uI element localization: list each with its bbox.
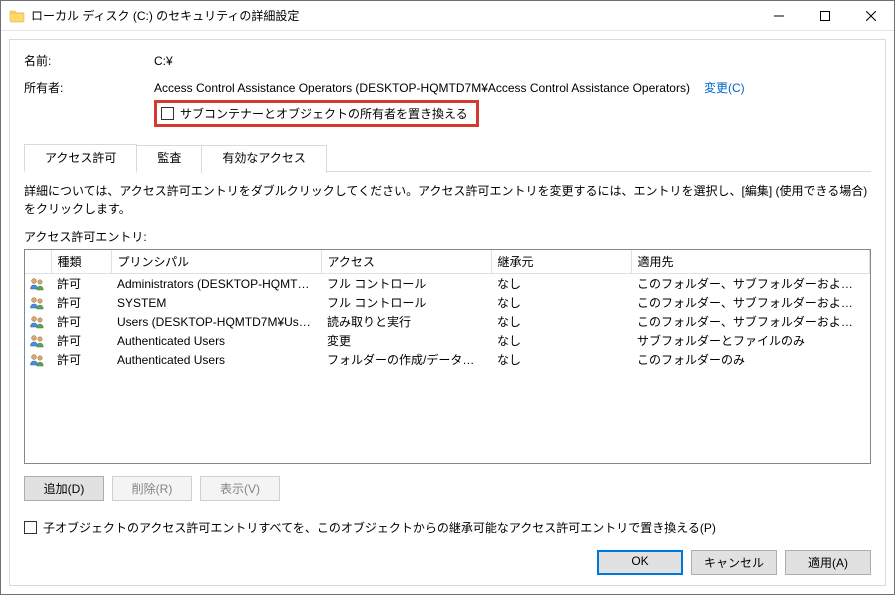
cell-inherited: なし (491, 350, 631, 369)
titlebar: ローカル ディスク (C:) のセキュリティの詳細設定 (1, 1, 894, 31)
cell-inherited: なし (491, 331, 631, 350)
cell-access: フル コントロール (321, 293, 491, 312)
owner-value-area: Access Control Assistance Operators (DES… (154, 79, 871, 131)
permissions-panel: 詳細については、アクセス許可エントリをダブルクリックしてください。アクセス許可エ… (24, 172, 871, 575)
col-icon-header[interactable] (25, 250, 51, 274)
tab-effective-label: 有効なアクセス (222, 151, 305, 165)
tab-auditing-label: 監査 (157, 151, 181, 165)
col-principal-header[interactable]: プリンシパル (111, 250, 321, 274)
add-button[interactable]: 追加(D) (24, 476, 104, 501)
cell-type: 許可 (51, 293, 111, 312)
cell-principal: Authenticated Users (111, 350, 321, 369)
col-access-header[interactable]: アクセス (321, 250, 491, 274)
cell-type: 許可 (51, 274, 111, 294)
cell-inherited: なし (491, 293, 631, 312)
advanced-security-window: ローカル ディスク (C:) のセキュリティの詳細設定 名前: C:¥ 所有者:… (0, 0, 895, 595)
change-owner-link[interactable]: 変更(C) (704, 79, 745, 96)
entry-action-buttons: 追加(D) 削除(R) 表示(V) (24, 476, 871, 501)
ok-button[interactable]: OK (597, 550, 683, 575)
col-inherited-header[interactable]: 継承元 (491, 250, 631, 274)
cell-applies: このフォルダー、サブフォルダーおよびファイル (631, 293, 870, 312)
replace-child-permissions-checkbox[interactable] (24, 521, 37, 534)
users-icon (29, 333, 45, 349)
users-icon (29, 314, 45, 330)
permission-entries-table: 種類 プリンシパル アクセス 継承元 適用先 許可Administrators … (24, 249, 871, 464)
cell-inherited: なし (491, 312, 631, 331)
owner-row: 所有者: Access Control Assistance Operators… (24, 79, 871, 131)
tab-permissions[interactable]: アクセス許可 (24, 144, 137, 172)
cell-principal: Authenticated Users (111, 331, 321, 350)
table-row[interactable]: 許可Users (DESKTOP-HQMTD7M¥Users)読み取りと実行なし… (25, 312, 870, 331)
col-applies-header[interactable]: 適用先 (631, 250, 870, 274)
cell-type: 許可 (51, 331, 111, 350)
cell-applies: サブフォルダーとファイルのみ (631, 331, 870, 350)
cancel-button[interactable]: キャンセル (691, 550, 777, 575)
tab-permissions-label: アクセス許可 (45, 151, 116, 165)
name-row: 名前: C:¥ (24, 52, 871, 69)
owner-line: Access Control Assistance Operators (DES… (154, 79, 871, 96)
window-controls (756, 1, 894, 30)
replace-child-permissions-row: 子オブジェクトのアクセス許可エントリすべてを、このオブジェクトからの継承可能なア… (24, 519, 871, 536)
table-row[interactable]: 許可Authenticated Users変更なしサブフォルダーとファイルのみ (25, 331, 870, 350)
cell-access: 読み取りと実行 (321, 312, 491, 331)
apply-button[interactable]: 適用(A) (785, 550, 871, 575)
cell-applies: このフォルダーのみ (631, 350, 870, 369)
table-row[interactable]: 許可SYSTEMフル コントロールなしこのフォルダー、サブフォルダーおよびファイ… (25, 293, 870, 312)
content-frame: 名前: C:¥ 所有者: Access Control Assistance O… (9, 39, 886, 586)
users-icon (29, 295, 45, 311)
cell-principal: SYSTEM (111, 293, 321, 312)
table-row[interactable]: 許可Administrators (DESKTOP-HQMTD7...フル コン… (25, 274, 870, 294)
table-row[interactable]: 許可Authenticated Usersフォルダーの作成/データの追加なしこの… (25, 350, 870, 369)
replace-owner-checkbox[interactable] (161, 107, 174, 120)
cell-type: 許可 (51, 350, 111, 369)
close-button[interactable] (848, 1, 894, 30)
tab-auditing[interactable]: 監査 (136, 145, 202, 173)
cell-inherited: なし (491, 274, 631, 294)
replace-owner-highlight: サブコンテナーとオブジェクトの所有者を置き換える (154, 100, 479, 127)
remove-button[interactable]: 削除(R) (112, 476, 192, 501)
maximize-button[interactable] (802, 1, 848, 30)
folder-icon (9, 8, 25, 24)
table-header-row: 種類 プリンシパル アクセス 継承元 適用先 (25, 250, 870, 274)
cell-principal: Administrators (DESKTOP-HQMTD7... (111, 274, 321, 294)
tab-strip: アクセス許可 監査 有効なアクセス (24, 143, 871, 172)
users-icon (29, 352, 45, 368)
view-button[interactable]: 表示(V) (200, 476, 280, 501)
window-title: ローカル ディスク (C:) のセキュリティの詳細設定 (31, 7, 756, 24)
cell-applies: このフォルダー、サブフォルダーおよびファイル (631, 274, 870, 294)
minimize-button[interactable] (756, 1, 802, 30)
entries-label: アクセス許可エントリ: (24, 228, 871, 245)
cell-access: 変更 (321, 331, 491, 350)
cell-access: フォルダーの作成/データの追加 (321, 350, 491, 369)
name-value: C:¥ (154, 54, 871, 68)
description-text: 詳細については、アクセス許可エントリをダブルクリックしてください。アクセス許可エ… (24, 182, 871, 218)
owner-value: Access Control Assistance Operators (DES… (154, 81, 690, 95)
cell-access: フル コントロール (321, 274, 491, 294)
cell-principal: Users (DESKTOP-HQMTD7M¥Users) (111, 312, 321, 331)
replace-owner-label: サブコンテナーとオブジェクトの所有者を置き換える (180, 105, 468, 122)
tab-effective-access[interactable]: 有効なアクセス (201, 145, 326, 173)
users-icon (29, 276, 45, 292)
cell-applies: このフォルダー、サブフォルダーおよびファイル (631, 312, 870, 331)
name-label: 名前: (24, 52, 154, 69)
col-type-header[interactable]: 種類 (51, 250, 111, 274)
dialog-buttons: OK キャンセル 適用(A) (24, 550, 871, 575)
owner-label: 所有者: (24, 79, 154, 96)
replace-child-permissions-label: 子オブジェクトのアクセス許可エントリすべてを、このオブジェクトからの継承可能なア… (43, 519, 716, 536)
cell-type: 許可 (51, 312, 111, 331)
